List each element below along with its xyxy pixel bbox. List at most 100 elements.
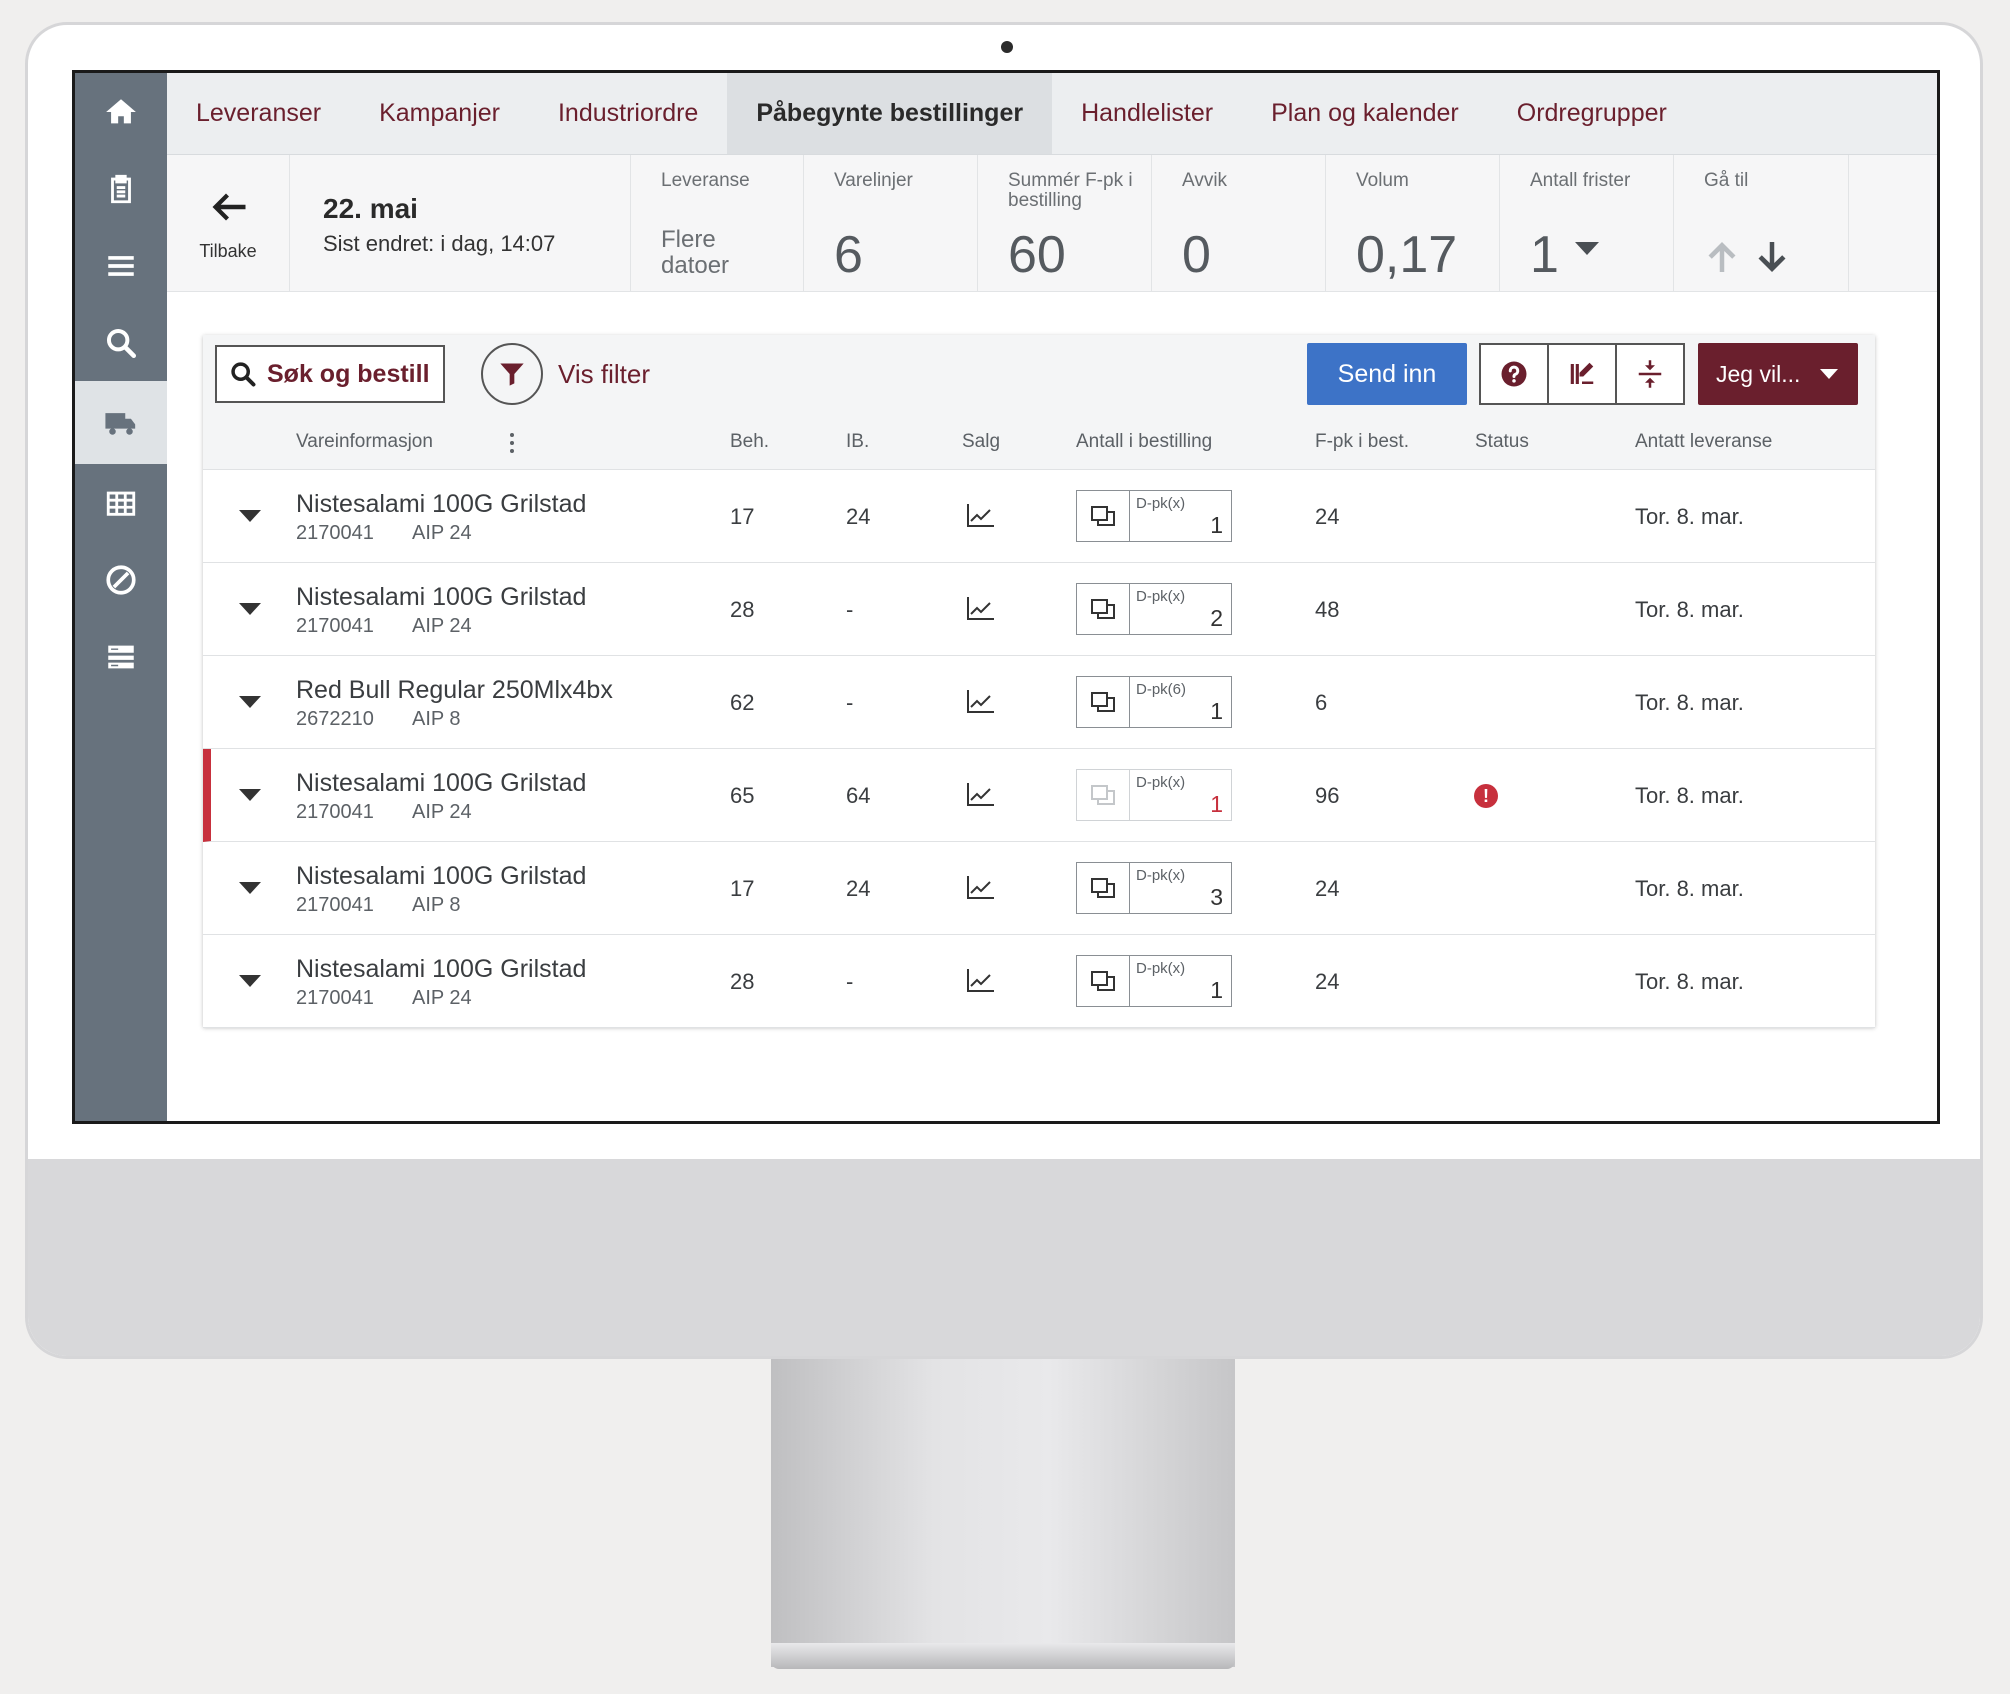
sidebar-item-calendar[interactable] [75, 464, 167, 541]
arrow-up-icon[interactable] [1704, 239, 1740, 275]
collapse-rows-button[interactable] [1617, 345, 1683, 403]
col-fpk[interactable]: F-pk i best. [1315, 431, 1409, 453]
quantity-value: 1 [1210, 698, 1223, 724]
col-antall[interactable]: Antall i bestilling [1076, 431, 1212, 453]
stat-volum: Volum 0,17 [1326, 155, 1500, 291]
product-aip: AIP 24 [412, 615, 472, 637]
column-menu-icon[interactable] [510, 433, 514, 453]
quantity-field[interactable]: D-pk(x) 1 [1130, 491, 1231, 541]
col-vareinformasjon[interactable]: Vareinformasjon [296, 431, 433, 453]
quantity-input[interactable]: D-pk(x) 3 [1076, 862, 1232, 914]
quantity-input[interactable]: D-pk(x) 1 [1076, 490, 1232, 542]
tab-kampanjer[interactable]: Kampanjer [350, 73, 529, 154]
panel-toolbar: Søk og bestill Vis filter Send inn Jeg v… [203, 335, 1875, 418]
sales-chart-icon[interactable] [966, 781, 996, 807]
back-button[interactable]: Tilbake [167, 155, 290, 291]
quantity-input[interactable]: D-pk(x) 1 [1076, 769, 1232, 821]
sales-chart-icon[interactable] [966, 595, 996, 621]
jeg-vil-dropdown[interactable]: Jeg vil... [1698, 343, 1858, 405]
cell-fpk: 24 [1315, 969, 1340, 994]
expand-row-icon[interactable] [239, 789, 261, 801]
quantity-value: 3 [1210, 884, 1223, 910]
package-toggle[interactable] [1077, 677, 1130, 727]
show-filter-link[interactable]: Vis filter [558, 359, 650, 390]
tab-pabegynte-bestillinger[interactable]: Påbegynte bestillinger [727, 73, 1053, 154]
col-salg[interactable]: Salg [962, 431, 1000, 453]
quantity-field[interactable]: D-pk(x) 1 [1130, 956, 1231, 1006]
quantity-value: 1 [1210, 791, 1223, 817]
package-toggle[interactable] [1077, 956, 1130, 1006]
stat-label: Varelinjer [834, 170, 913, 191]
col-ib[interactable]: IB. [846, 431, 869, 453]
copy-icon [1091, 878, 1115, 898]
product-name: Nistesalami 100G Grilstad [296, 769, 587, 797]
sidebar-item-search[interactable] [75, 304, 167, 381]
camera-dot [1001, 41, 1013, 53]
sales-chart-icon[interactable] [966, 967, 996, 993]
quantity-field[interactable]: D-pk(x) 1 [1130, 770, 1231, 820]
search-icon [231, 362, 256, 387]
arrow-down-icon[interactable] [1754, 239, 1790, 275]
toolbar-icon-group [1479, 343, 1685, 405]
expand-row-icon[interactable] [239, 510, 261, 522]
search-and-order-button[interactable]: Søk og bestill [215, 345, 445, 403]
quantity-field[interactable]: D-pk(x) 3 [1130, 863, 1231, 913]
expand-row-icon[interactable] [239, 882, 261, 894]
sidebar-item-home[interactable] [75, 73, 167, 150]
stat-value: 0 [1182, 226, 1211, 284]
app-screen: Leveranser Kampanjer Industriordre Påbeg… [72, 70, 1940, 1124]
sidebar-item-list[interactable] [75, 618, 167, 695]
product-code: 2170041 [296, 987, 374, 1009]
cell-antatt-leveranse: Tor. 8. mar. [1635, 504, 1744, 529]
filter-button[interactable] [481, 343, 543, 405]
tab-plan-og-kalender[interactable]: Plan og kalender [1242, 73, 1488, 154]
expand-row-icon[interactable] [239, 696, 261, 708]
sidebar-item-menu[interactable] [75, 227, 167, 304]
stat-varelinjer: Varelinjer 6 [804, 155, 978, 291]
package-toggle[interactable] [1077, 491, 1130, 541]
tab-handlelister[interactable]: Handlelister [1052, 73, 1242, 154]
expand-row-icon[interactable] [239, 603, 261, 615]
package-toggle[interactable] [1077, 863, 1130, 913]
top-tabs: Leveranser Kampanjer Industriordre Påbeg… [167, 73, 1937, 155]
tab-leveranser[interactable]: Leveranser [167, 73, 350, 154]
col-antatt-leveranse[interactable]: Antatt leveranse [1635, 431, 1772, 453]
col-status[interactable]: Status [1475, 431, 1529, 453]
expand-row-icon[interactable] [239, 975, 261, 987]
sales-chart-icon[interactable] [966, 688, 996, 714]
quantity-field[interactable]: D-pk(6) 1 [1130, 677, 1231, 727]
sidebar-item-orders[interactable] [75, 381, 167, 464]
cell-fpk: 96 [1315, 783, 1340, 808]
col-beh[interactable]: Beh. [730, 431, 769, 453]
product-code: 2170041 [296, 615, 374, 637]
cell-beh: 65 [730, 783, 755, 808]
warning-icon[interactable]: ! [1474, 784, 1498, 808]
tab-ordregrupper[interactable]: Ordregrupper [1488, 73, 1696, 154]
package-toggle[interactable] [1077, 584, 1130, 634]
quantity-input[interactable]: D-pk(x) 1 [1076, 955, 1232, 1007]
cell-beh: 62 [730, 690, 755, 715]
product-code: 2170041 [296, 894, 374, 916]
product-code: 2170041 [296, 801, 374, 823]
product-name: Red Bull Regular 250Mlx4bx [296, 676, 613, 704]
package-toggle[interactable] [1077, 770, 1130, 820]
sidebar-item-clipboard[interactable] [75, 150, 167, 227]
filter-icon [500, 363, 524, 386]
cell-antatt-leveranse: Tor. 8. mar. [1635, 969, 1744, 994]
send-in-button[interactable]: Send inn [1307, 343, 1467, 405]
stat-antall-frister[interactable]: Antall frister 1 [1500, 155, 1674, 291]
edit-lines-button[interactable] [1549, 345, 1617, 403]
tab-industriordre[interactable]: Industriordre [529, 73, 727, 154]
package-unit-label: D-pk(x) [1136, 495, 1186, 512]
clipboard-icon [111, 174, 131, 203]
quantity-input[interactable]: D-pk(6) 1 [1076, 676, 1232, 728]
sales-chart-icon[interactable] [966, 502, 996, 528]
help-button[interactable] [1481, 345, 1549, 403]
menu-icon [108, 255, 134, 276]
sales-chart-icon[interactable] [966, 874, 996, 900]
quantity-input[interactable]: D-pk(x) 2 [1076, 583, 1232, 635]
cell-ib: 64 [846, 783, 871, 808]
quantity-field[interactable]: D-pk(x) 2 [1130, 584, 1231, 634]
sidebar-item-blocked[interactable] [75, 541, 167, 618]
order-date-box: 22. mai Sist endret: i dag, 14:07 [290, 155, 631, 291]
